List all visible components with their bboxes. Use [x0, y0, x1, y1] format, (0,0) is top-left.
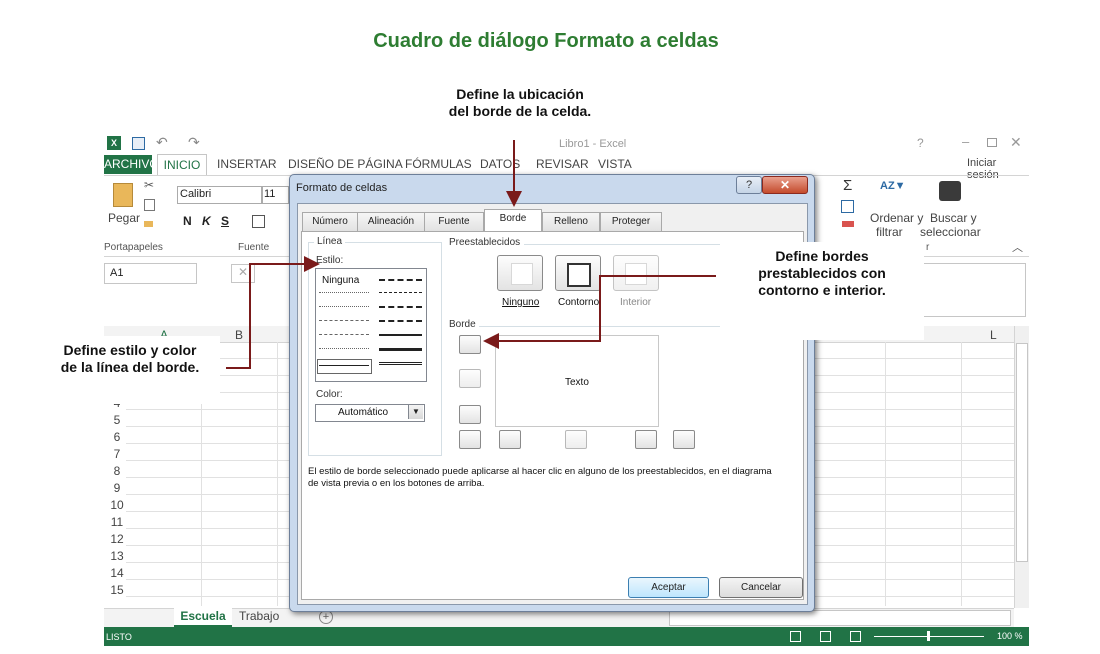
annotation-arrows [226, 140, 716, 369]
arrow-left [226, 256, 320, 369]
arrow-right [483, 275, 716, 349]
